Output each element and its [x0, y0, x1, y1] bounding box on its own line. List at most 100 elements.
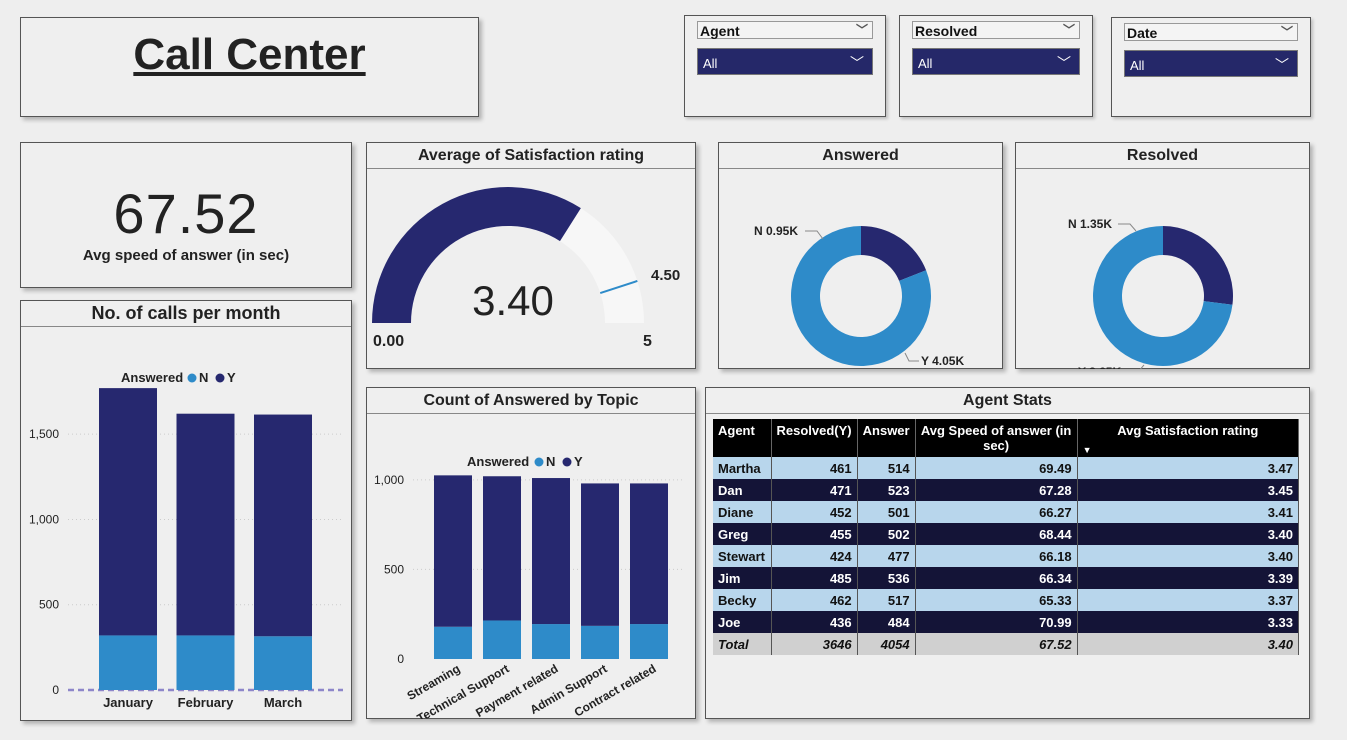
- date-filter-label: Date: [1127, 25, 1158, 41]
- table-cell: 65.33: [915, 589, 1078, 611]
- resolved-filter-value: All: [918, 56, 933, 71]
- gauge-title: Average of Satisfaction rating: [367, 143, 695, 169]
- legend-title: Answered: [467, 454, 529, 469]
- y-tick-label: 500: [384, 562, 404, 576]
- bar-n: [99, 635, 157, 690]
- donut-label-n: N 0.95K: [754, 224, 798, 238]
- table-row[interactable]: Becky 462 517 65.33 3.37: [713, 589, 1300, 611]
- table-row[interactable]: Greg 455 502 68.44 3.40: [713, 523, 1300, 545]
- table-cell: 3.47: [1077, 457, 1300, 479]
- legend-title: Answered: [121, 370, 183, 385]
- y-tick-label: 0: [52, 683, 59, 697]
- table-row[interactable]: Joe 436 484 70.99 3.33: [713, 611, 1300, 633]
- table-row[interactable]: Martha 461 514 69.49 3.47: [713, 457, 1300, 479]
- table-row[interactable]: Diane 452 501 66.27 3.41: [713, 501, 1300, 523]
- date-filter-value: All: [1130, 58, 1145, 73]
- gauge-card: Average of Satisfaction rating 3.40 0.00 5…: [366, 142, 696, 369]
- x-tick-label: March: [264, 695, 302, 710]
- chevron-down-icon: ﹀: [1275, 57, 1289, 73]
- table-cell: 517: [857, 589, 916, 611]
- legend-y-marker: [562, 457, 572, 467]
- donut-slice-n: [1163, 226, 1233, 305]
- legend-y-label: Y: [574, 454, 583, 469]
- col-agent[interactable]: Agent: [713, 419, 772, 457]
- col-avg-satisfaction-label: Avg Satisfaction rating: [1117, 423, 1259, 438]
- agent-filter-dropdown[interactable]: All ﹀: [697, 48, 873, 75]
- table-cell: 485: [771, 567, 858, 589]
- kpi-value: 67.52: [113, 182, 259, 245]
- table-cell: 502: [857, 523, 916, 545]
- x-tick-label: January: [103, 695, 154, 710]
- table-cell: Diane: [713, 501, 772, 523]
- table-cell: 501: [857, 501, 916, 523]
- table-cell: 3.40: [1077, 545, 1300, 567]
- table-cell: 471: [771, 479, 858, 501]
- bar-n: [532, 624, 570, 659]
- resolved-filter-label: Resolved: [915, 23, 978, 39]
- bar-n: [630, 624, 668, 659]
- donut-leader-y: [1128, 364, 1145, 373]
- table-row[interactable]: Jim 485 536 66.34 3.39: [713, 567, 1300, 589]
- gauge-min-label: 0.00: [373, 333, 404, 350]
- table-cell: 461: [771, 457, 858, 479]
- x-tick-label: Contract related: [572, 661, 659, 719]
- title-card: Call Center: [20, 17, 479, 117]
- table-total-cell: 4054: [857, 633, 916, 655]
- calls-card: No. of calls per month Answered N Y 0 500 1,0…: [20, 300, 352, 721]
- kpi-card: 67.52 Avg speed of answer (in sec): [20, 142, 352, 288]
- legend-y-marker: [215, 373, 225, 383]
- table-total-cell: Total: [713, 633, 772, 655]
- topic-card: Count of Answered by Topic Answered N Y 0 50…: [366, 387, 696, 725]
- bar-y: [581, 483, 619, 626]
- table-cell: Greg: [713, 523, 772, 545]
- table-row[interactable]: Dan 471 523 67.28 3.45: [713, 479, 1300, 501]
- date-filter-header[interactable]: Date ﹀: [1124, 23, 1298, 41]
- bar-n: [483, 620, 521, 659]
- y-tick-label: 500: [39, 598, 59, 612]
- table-cell: 462: [771, 589, 858, 611]
- table-cell: 3.39: [1077, 567, 1300, 589]
- sort-desc-icon: ▼: [1082, 445, 1092, 455]
- bar-y: [176, 413, 235, 636]
- donut-label-y: Y 4.05K: [921, 354, 964, 368]
- agent-filter-label: Agent: [700, 23, 740, 39]
- bar-n: [176, 635, 235, 690]
- legend-n-label: N: [199, 370, 208, 385]
- bar-y: [434, 475, 472, 627]
- table-cell: 66.27: [915, 501, 1078, 523]
- donut-leader-n: [805, 230, 824, 240]
- table-cell: 3.41: [1077, 501, 1300, 523]
- answered-donut-chart: N 0.95K Y 4.05K: [754, 224, 964, 368]
- agent-filter-header[interactable]: Agent ﹀: [697, 21, 873, 39]
- table-cell: 436: [771, 611, 858, 633]
- table-cell: Stewart: [713, 545, 772, 567]
- donut-leader-y: [904, 352, 919, 362]
- table-cell: 514: [857, 457, 916, 479]
- table-cell: 69.49: [915, 457, 1078, 479]
- table-total-cell: 3.40: [1077, 633, 1300, 655]
- bar-y: [99, 388, 157, 636]
- answered-card: Answered N 0.95K Y 4.05K: [718, 142, 1003, 369]
- bar-n: [434, 626, 472, 659]
- bar-y: [532, 478, 570, 625]
- table-cell: 67.28: [915, 479, 1078, 501]
- donut-slice-n: [861, 226, 927, 281]
- agent-filter-value: All: [703, 56, 718, 71]
- table-cell: 66.34: [915, 567, 1078, 589]
- calls-title: No. of calls per month: [21, 301, 351, 327]
- col-avg-speed[interactable]: Avg Speed of answer (in sec): [915, 419, 1078, 457]
- date-filter-dropdown[interactable]: All ﹀: [1124, 50, 1298, 77]
- bar-n: [581, 625, 619, 659]
- legend-n-marker: [534, 457, 544, 467]
- answered-title: Answered: [719, 143, 1002, 169]
- resolved-filter-header[interactable]: Resolved ﹀: [912, 21, 1080, 39]
- col-avg-satisfaction[interactable]: Avg Satisfaction rating ▼: [1077, 419, 1300, 457]
- table-row[interactable]: Stewart 424 477 66.18 3.40: [713, 545, 1300, 567]
- bar-y: [254, 414, 312, 637]
- table-cell: 66.18: [915, 545, 1078, 567]
- table-cell: Martha: [713, 457, 772, 479]
- col-resolved[interactable]: Resolved(Y): [771, 419, 858, 457]
- col-answer[interactable]: Answer: [857, 419, 916, 457]
- resolved-filter-dropdown[interactable]: All ﹀: [912, 48, 1080, 75]
- table-cell: 477: [857, 545, 916, 567]
